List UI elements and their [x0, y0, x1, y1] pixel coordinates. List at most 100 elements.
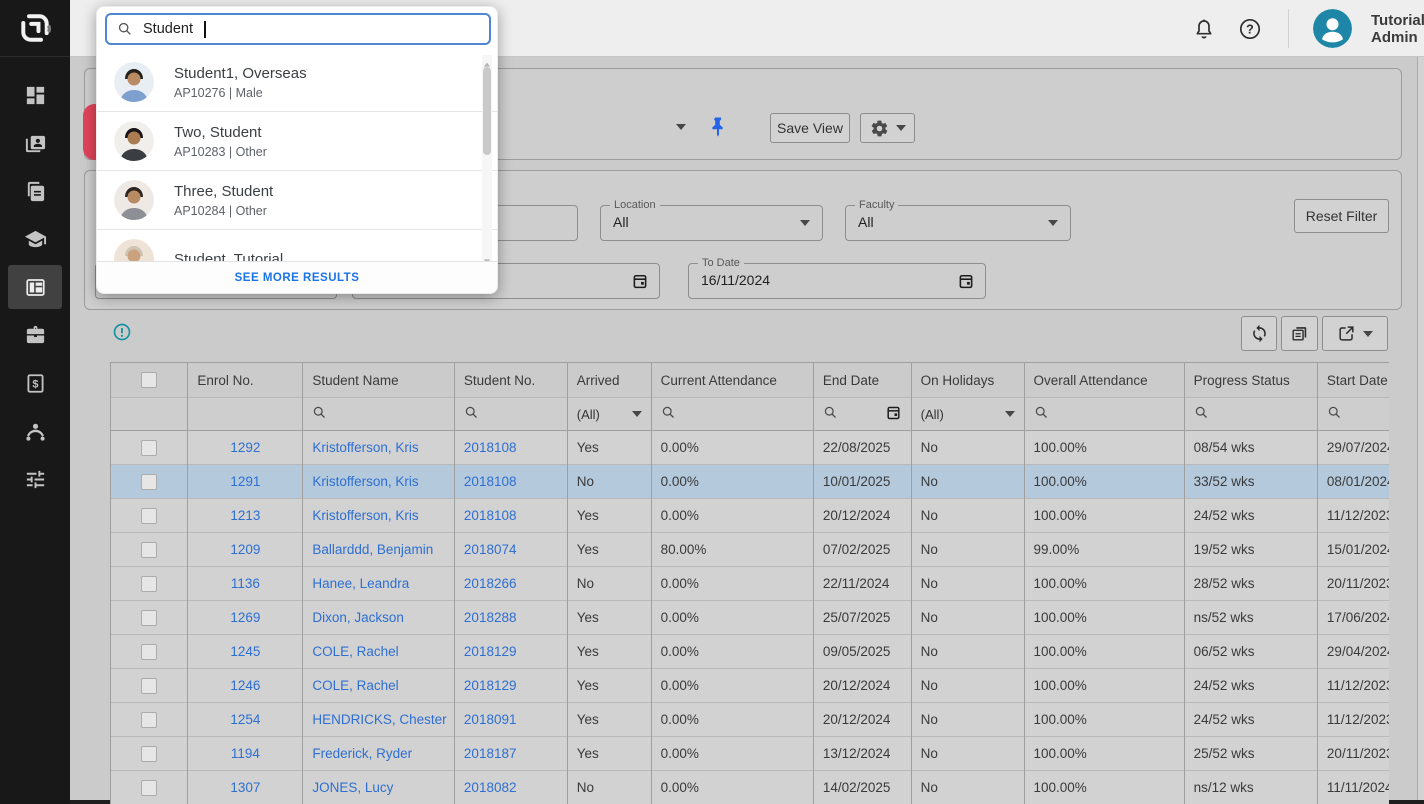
column-filter-enrol-no-[interactable] [188, 398, 303, 431]
row-checkbox[interactable] [141, 678, 157, 694]
cell-1[interactable]: COLE, Rachel [303, 669, 455, 703]
row-checkbox[interactable] [141, 542, 157, 558]
cell-2[interactable]: 2018108 [454, 465, 567, 499]
cell-link[interactable]: 1292 [230, 440, 260, 455]
cell-0[interactable]: 1269 [188, 601, 303, 635]
cell-link[interactable]: 1245 [230, 644, 260, 659]
column-header-arrived[interactable]: Arrived [567, 363, 651, 398]
sidebar-item-settings[interactable] [0, 455, 70, 503]
sidebar-item-finance[interactable]: $ [0, 359, 70, 407]
cell-link[interactable]: COLE, Rachel [312, 678, 398, 693]
cell-0[interactable]: 1209 [188, 533, 303, 567]
to-date-calendar-icon[interactable] [957, 272, 975, 290]
notifications-bell-icon[interactable] [1192, 17, 1216, 41]
student-row[interactable]: 1307JONES, Lucy2018082No0.00%14/02/2025N… [111, 771, 1390, 804]
save-view-button[interactable]: Save View [770, 113, 850, 143]
student-row[interactable]: 1291Kristofferson, Kris2018108No0.00%10/… [111, 465, 1390, 499]
column-filter-arrived[interactable]: (All) [567, 398, 651, 431]
row-checkbox[interactable] [141, 508, 157, 524]
sidebar-item-documents[interactable] [0, 167, 70, 215]
search-results-scrollbar[interactable] [482, 55, 492, 261]
cell-0[interactable]: 1245 [188, 635, 303, 669]
row-checkbox[interactable] [141, 644, 157, 660]
cell-2[interactable]: 2018091 [454, 703, 567, 737]
column-filter-student-no-[interactable] [454, 398, 567, 431]
row-checkbox[interactable] [141, 440, 157, 456]
cell-2[interactable]: 2018266 [454, 567, 567, 601]
row-checkbox[interactable] [141, 474, 157, 490]
column-filter-end-date[interactable] [813, 398, 911, 431]
cell-link[interactable]: JONES, Lucy [312, 780, 393, 795]
cell-link[interactable]: 1246 [230, 678, 260, 693]
cell-link[interactable]: 2018108 [464, 508, 517, 523]
cell-0[interactable]: 1213 [188, 499, 303, 533]
student-row[interactable]: 1209Ballarddd, Benjamin2018074Yes80.00%0… [111, 533, 1390, 567]
cell-0[interactable]: 1307 [188, 771, 303, 804]
page-scrollbar[interactable] [1417, 57, 1424, 804]
column-header-student-name[interactable]: Student Name [303, 363, 455, 398]
student-row[interactable]: 1245COLE, Rachel2018129Yes0.00%09/05/202… [111, 635, 1390, 669]
cell-link[interactable]: Ballarddd, Benjamin [312, 542, 433, 557]
cell-1[interactable]: Frederick, Ryder [303, 737, 455, 771]
export-button[interactable] [1322, 316, 1388, 351]
sidebar-item-dashboard[interactable] [0, 71, 70, 119]
cell-link[interactable]: Dixon, Jackson [312, 610, 404, 625]
cell-0[interactable]: 1136 [188, 567, 303, 601]
location-select[interactable]: Location All [600, 205, 823, 241]
column-filter-progress-status[interactable] [1184, 398, 1317, 431]
cell-0[interactable]: 1291 [188, 465, 303, 499]
student-row[interactable]: 1246COLE, Rachel2018129Yes0.00%20/12/202… [111, 669, 1390, 703]
to-date-field[interactable]: To Date 16/11/2024 [688, 263, 986, 299]
cell-link[interactable]: 1209 [230, 542, 260, 557]
cell-1[interactable]: Kristofferson, Kris [303, 431, 455, 465]
refresh-button[interactable] [1241, 316, 1277, 351]
view-settings-button[interactable] [860, 113, 915, 143]
cell-link[interactable]: 1307 [230, 780, 260, 795]
student-row[interactable]: 1269Dixon, Jackson2018288Yes0.00%25/07/2… [111, 601, 1390, 635]
column-filter-start-date[interactable] [1317, 398, 1389, 431]
cell-2[interactable]: 2018129 [454, 669, 567, 703]
cell-1[interactable]: Hanee, Leandra [303, 567, 455, 601]
scroll-down-icon[interactable] [483, 252, 491, 260]
global-search-input[interactable]: Student [105, 13, 491, 45]
sidebar-item-contacts[interactable] [0, 119, 70, 167]
cell-link[interactable]: Kristofferson, Kris [312, 440, 418, 455]
cell-link[interactable]: 2018108 [464, 440, 517, 455]
column-filter-current-attendance[interactable] [651, 398, 813, 431]
cell-2[interactable]: 2018108 [454, 499, 567, 533]
from-date-calendar-icon[interactable] [631, 272, 649, 290]
cell-1[interactable]: COLE, Rachel [303, 635, 455, 669]
see-more-results-link[interactable]: SEE MORE RESULTS [97, 261, 497, 293]
cell-1[interactable]: Kristofferson, Kris [303, 465, 455, 499]
column-header-current-attendance[interactable]: Current Attendance [651, 363, 813, 398]
cell-link[interactable]: 2018187 [464, 746, 517, 761]
cell-1[interactable]: Dixon, Jackson [303, 601, 455, 635]
cell-0[interactable]: 1246 [188, 669, 303, 703]
row-checkbox[interactable] [141, 780, 157, 796]
sidebar-item-academics[interactable] [0, 215, 70, 263]
cell-link[interactable]: Kristofferson, Kris [312, 508, 418, 523]
search-result-item[interactable]: Three, StudentAP10284 | Other [97, 171, 497, 230]
cell-1[interactable]: Ballarddd, Benjamin [303, 533, 455, 567]
cell-link[interactable]: 2018074 [464, 542, 517, 557]
cell-link[interactable]: 2018091 [464, 712, 517, 727]
cell-link[interactable]: 2018129 [464, 678, 517, 693]
column-header-progress-status[interactable]: Progress Status [1184, 363, 1317, 398]
cell-link[interactable]: 1291 [230, 474, 260, 489]
cell-link[interactable]: 2018129 [464, 644, 517, 659]
column-filter-on-holidays[interactable]: (All) [911, 398, 1024, 431]
calendar-icon[interactable] [885, 404, 902, 424]
cell-link[interactable]: COLE, Rachel [312, 644, 398, 659]
row-checkbox[interactable] [141, 610, 157, 626]
cell-2[interactable]: 2018074 [454, 533, 567, 567]
user-avatar[interactable] [1313, 9, 1352, 48]
cell-link[interactable]: 1213 [230, 508, 260, 523]
column-header-overall-attendance[interactable]: Overall Attendance [1024, 363, 1184, 398]
cell-2[interactable]: 2018187 [454, 737, 567, 771]
cell-link[interactable]: 2018082 [464, 780, 517, 795]
cell-link[interactable]: 2018288 [464, 610, 517, 625]
cell-link[interactable]: 1194 [231, 746, 260, 761]
sidebar-item-network[interactable] [0, 407, 70, 455]
search-result-item[interactable]: Two, StudentAP10283 | Other [97, 112, 497, 171]
cell-link[interactable]: Frederick, Ryder [312, 746, 412, 761]
